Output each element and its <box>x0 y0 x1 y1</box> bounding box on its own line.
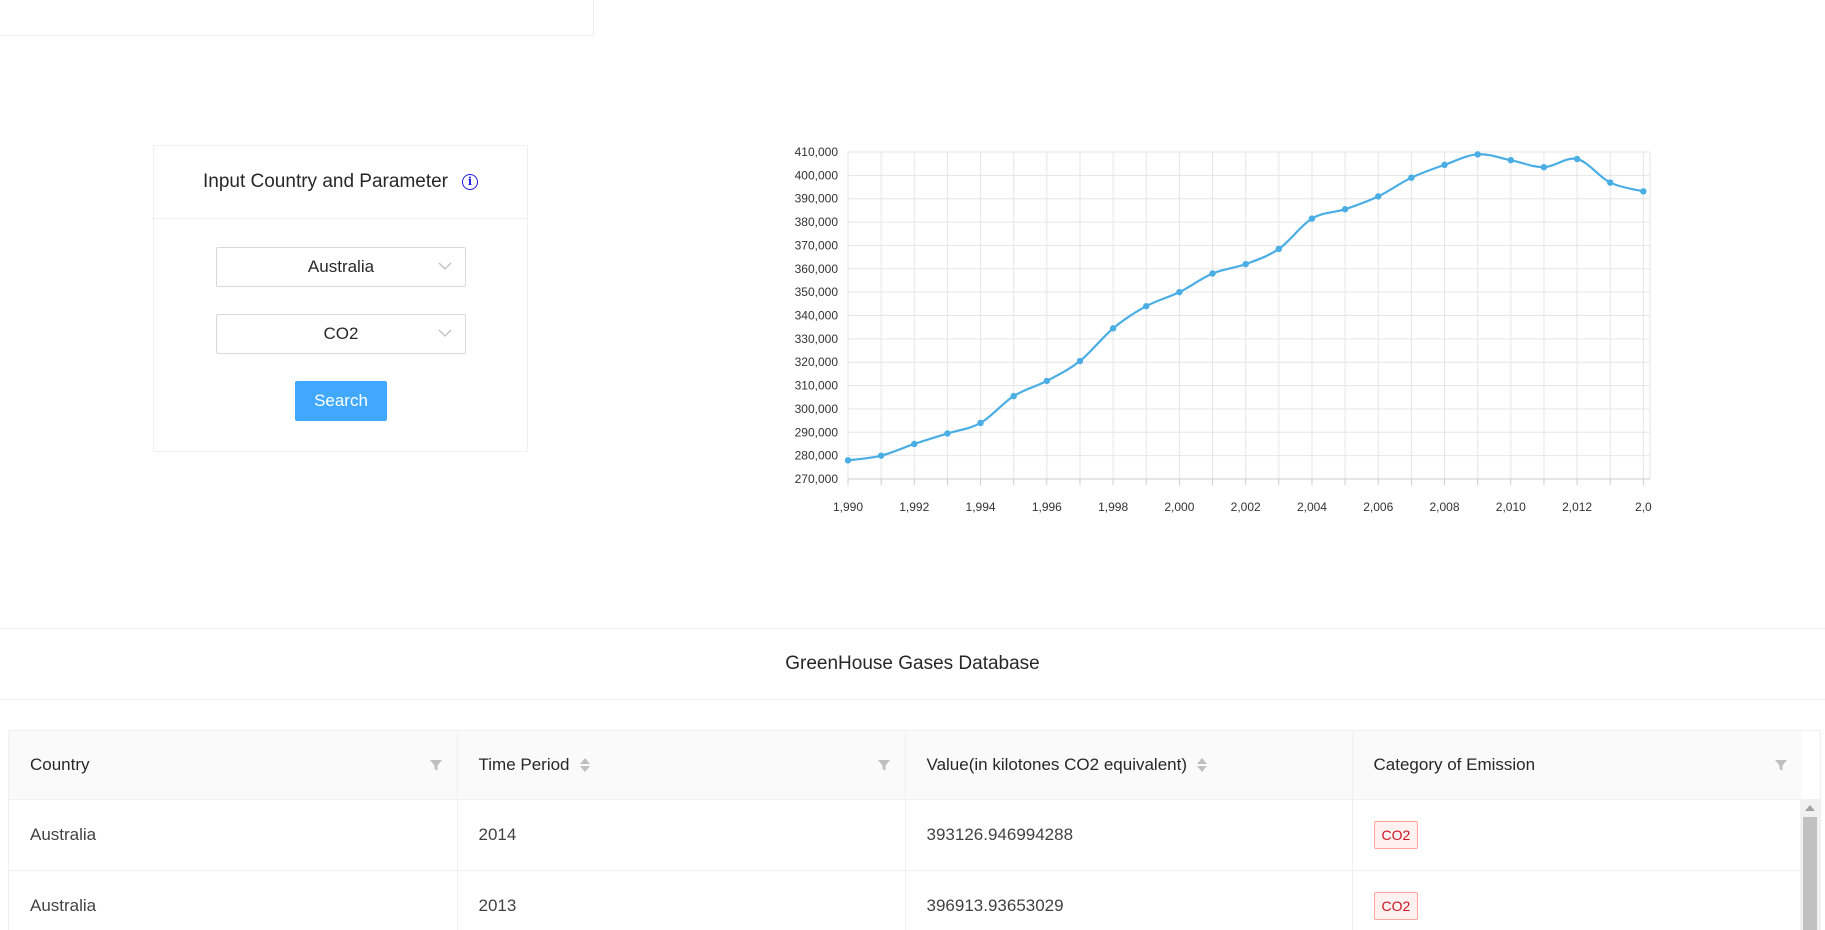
filter-icon[interactable] <box>429 758 443 772</box>
cell-category: CO2 <box>1351 799 1802 871</box>
column-header-category: Category of Emission <box>1351 731 1802 800</box>
data-point <box>1408 174 1415 181</box>
data-point <box>1474 151 1481 158</box>
column-header-country: Country <box>9 731 457 800</box>
search-button[interactable]: Search <box>295 381 387 421</box>
y-tick-label: 390,000 <box>795 192 839 206</box>
column-header-time-period[interactable]: Time Period <box>456 731 905 800</box>
chevron-down-icon <box>438 329 452 337</box>
x-tick-label: 2,008 <box>1430 500 1460 514</box>
column-header-label: Category of Emission <box>1373 754 1536 774</box>
filter-icon[interactable] <box>877 758 891 772</box>
cell-value: 396913.93653029 <box>904 870 1352 930</box>
data-point <box>1010 392 1017 400</box>
data-point <box>1308 215 1316 222</box>
table-scrollbar[interactable] <box>1800 799 1820 930</box>
y-tick-label: 350,000 <box>795 285 839 299</box>
data-point <box>1242 260 1249 268</box>
x-tick-label: 2,0 <box>1635 500 1652 514</box>
x-tick-label: 2,004 <box>1297 500 1327 514</box>
data-point <box>1176 288 1183 296</box>
y-tick-label: 370,000 <box>795 238 839 252</box>
data-point <box>1043 377 1051 385</box>
data-point <box>1375 193 1382 200</box>
country-select[interactable]: Australia <box>216 247 466 287</box>
table-header-row: Country Time Period Value(in kilotones C… <box>9 731 1802 800</box>
input-card: Input Country and Parameter i Australia … <box>153 145 528 452</box>
x-tick-label: 2,012 <box>1562 500 1592 514</box>
column-header-label: Value(in kilotones CO2 equivalent) <box>926 754 1188 774</box>
y-tick-label: 270,000 <box>795 472 839 486</box>
y-tick-label: 320,000 <box>795 355 839 369</box>
data-point <box>1275 245 1283 253</box>
sort-icon[interactable] <box>579 757 590 772</box>
category-tag: CO2 <box>1373 820 1419 849</box>
y-tick-label: 310,000 <box>795 379 839 393</box>
cell-country: Australia <box>9 799 457 871</box>
cell-category: CO2 <box>1351 870 1802 930</box>
parameter-select[interactable]: CO2 <box>216 314 466 354</box>
data-table: Country Time Period Value(in kilotones C… <box>8 730 1821 930</box>
x-tick-label: 2,010 <box>1496 500 1526 514</box>
data-point <box>1540 163 1548 171</box>
y-tick-label: 400,000 <box>795 168 839 182</box>
parameter-select-value: CO2 <box>323 324 359 343</box>
card-title: Input Country and Parameter <box>202 171 449 192</box>
table-title: GreenHouse Gases Database <box>0 628 1825 700</box>
data-point <box>1640 188 1647 195</box>
x-tick-label: 1,992 <box>899 500 929 514</box>
data-point <box>911 440 918 448</box>
info-icon[interactable]: i <box>462 174 479 190</box>
data-point <box>1507 156 1515 164</box>
chevron-down-icon <box>438 262 452 270</box>
cell-time-period: 2013 <box>456 870 905 930</box>
x-tick-label: 1,998 <box>1098 500 1128 514</box>
x-tick-label: 2,002 <box>1231 500 1261 514</box>
table-row: Australia 2013 396913.93653029 CO2 <box>9 870 1802 930</box>
emissions-line-chart: 410,000 400,000 390,000 380,000 370,000 360,0… <box>795 145 1652 514</box>
x-tick-label: 2,006 <box>1363 500 1393 514</box>
y-tick-label: 340,000 <box>795 309 839 323</box>
data-point <box>1209 270 1216 277</box>
top-panel-edge <box>0 0 594 36</box>
y-tick-label: 290,000 <box>795 425 839 439</box>
cell-value: 393126.946994288 <box>904 799 1352 871</box>
category-tag: CO2 <box>1373 891 1419 920</box>
x-tick-label: 2,000 <box>1164 500 1194 514</box>
data-point <box>1573 155 1581 163</box>
y-tick-label: 410,000 <box>795 145 839 159</box>
data-point <box>1441 161 1448 169</box>
column-header-label: Time Period <box>478 754 570 774</box>
data-point <box>944 430 951 437</box>
table-row: Australia 2014 393126.946994288 CO2 <box>9 799 1802 871</box>
filter-icon[interactable] <box>1774 758 1788 772</box>
y-tick-label: 330,000 <box>795 332 839 346</box>
column-header-label: Country <box>30 754 90 774</box>
data-point <box>1607 179 1614 186</box>
x-tick-label: 1,996 <box>1032 500 1062 514</box>
y-tick-label: 360,000 <box>795 262 839 276</box>
scroll-up-arrow-icon[interactable] <box>1805 805 1815 811</box>
data-point <box>877 452 885 459</box>
y-tick-label: 280,000 <box>795 449 839 463</box>
y-tick-label: 380,000 <box>795 215 839 229</box>
data-point <box>977 419 984 427</box>
x-tick-label: 1,994 <box>966 500 996 514</box>
scrollbar-thumb[interactable] <box>1803 817 1817 930</box>
x-tick-label: 1,990 <box>833 500 863 514</box>
column-header-value[interactable]: Value(in kilotones CO2 equivalent) <box>904 731 1352 800</box>
data-point <box>1341 206 1349 213</box>
cell-country: Australia <box>9 870 457 930</box>
data-point <box>1076 357 1084 365</box>
data-point <box>844 457 852 464</box>
card-header: Input Country and Parameter i <box>154 146 527 219</box>
y-tick-label: 300,000 <box>795 402 839 416</box>
data-point <box>1109 325 1117 332</box>
cell-time-period: 2014 <box>456 799 905 871</box>
country-select-value: Australia <box>307 257 375 276</box>
data-point <box>1143 302 1150 310</box>
sort-icon[interactable] <box>1197 757 1207 772</box>
